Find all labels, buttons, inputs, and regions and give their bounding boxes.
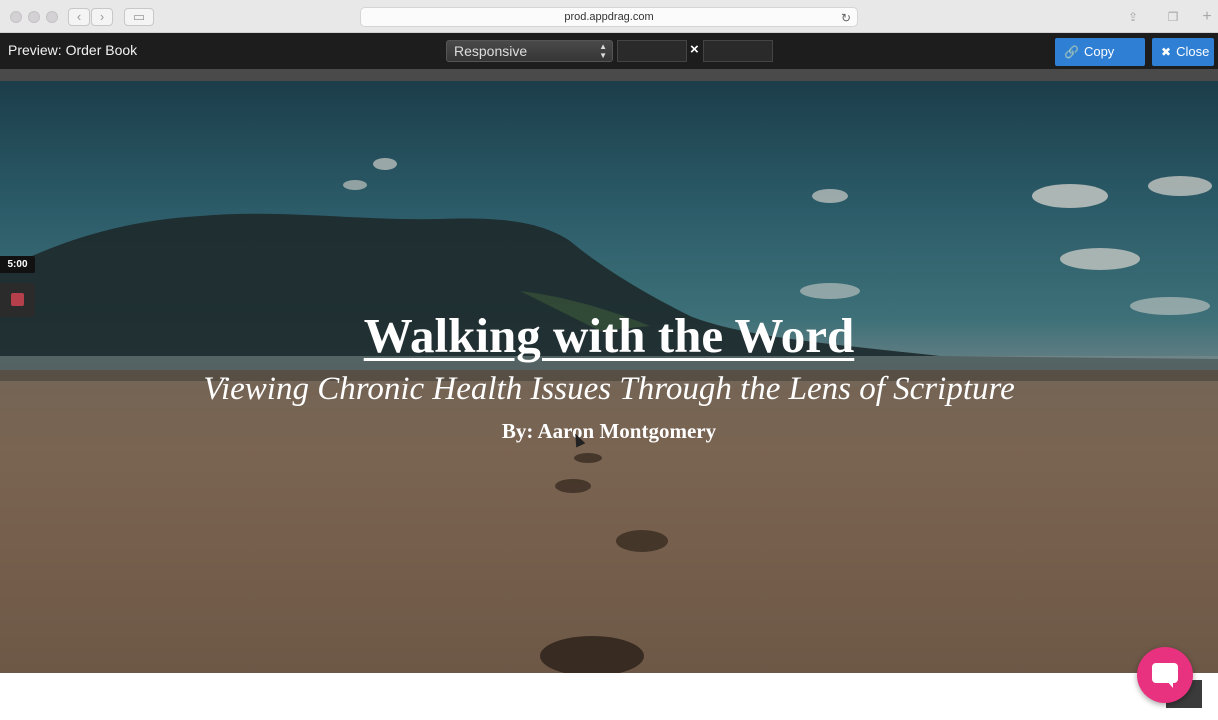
reload-icon[interactable]: ↻ xyxy=(841,9,851,27)
chat-button[interactable] xyxy=(1137,647,1193,703)
hero-section: Walking with the Word Viewing Chronic He… xyxy=(0,81,1218,673)
forward-icon[interactable]: › xyxy=(91,8,113,26)
zoom-window-dot[interactable] xyxy=(46,11,58,23)
share-icon[interactable]: ⇪ xyxy=(1122,8,1144,26)
width-input[interactable] xyxy=(617,40,687,62)
select-arrows-icon: ▲ ▼ xyxy=(599,42,607,60)
device-select[interactable]: Responsive ▲ ▼ xyxy=(446,40,613,62)
address-bar[interactable]: prod.appdrag.com ↻ xyxy=(360,7,858,27)
copy-link-button[interactable]: 🔗Copy Link xyxy=(1055,38,1145,87)
tabs-icon[interactable]: ❐ xyxy=(1162,8,1184,26)
close-button[interactable]: ✖ Close xyxy=(1152,38,1214,66)
height-input[interactable] xyxy=(703,40,773,62)
device-select-value: Responsive xyxy=(454,43,528,59)
stop-recording-button[interactable] xyxy=(0,283,35,317)
link-icon: 🔗 xyxy=(1064,45,1079,59)
back-icon[interactable]: ‹ xyxy=(68,8,90,26)
preview-toolbar: Preview: Order Book Responsive ▲ ▼ × 🔗 Cop… xyxy=(0,33,1218,87)
url-text: prod.appdrag.com xyxy=(564,11,654,23)
minimize-window-dot[interactable] xyxy=(28,11,40,23)
hero-subtitle: Viewing Chronic Health Issues Through th… xyxy=(203,371,1015,407)
close-icon: ✖ xyxy=(1161,45,1172,59)
new-tab-icon[interactable]: + xyxy=(1196,8,1218,26)
close-label: Close xyxy=(1176,44,1210,59)
chat-icon xyxy=(1152,663,1178,683)
hero-title[interactable]: Walking with the Word xyxy=(0,307,1218,364)
hero-author: By: Aaron Montgomery xyxy=(501,419,717,443)
preview-title: Preview: Order Book xyxy=(8,42,138,58)
chat-icon-tail xyxy=(1167,681,1173,688)
close-window-dot[interactable] xyxy=(10,11,22,23)
browser-toolbar: ‹ › ▭ prod.appdrag.com ↻ ⇪ ❐ + xyxy=(0,0,1218,33)
stop-icon xyxy=(11,293,24,306)
recording-timer: 5:00 xyxy=(0,256,35,273)
sidebar-icon[interactable]: ▭ xyxy=(124,8,154,26)
preview-divider xyxy=(0,69,1218,81)
times-symbol: × xyxy=(690,41,699,58)
